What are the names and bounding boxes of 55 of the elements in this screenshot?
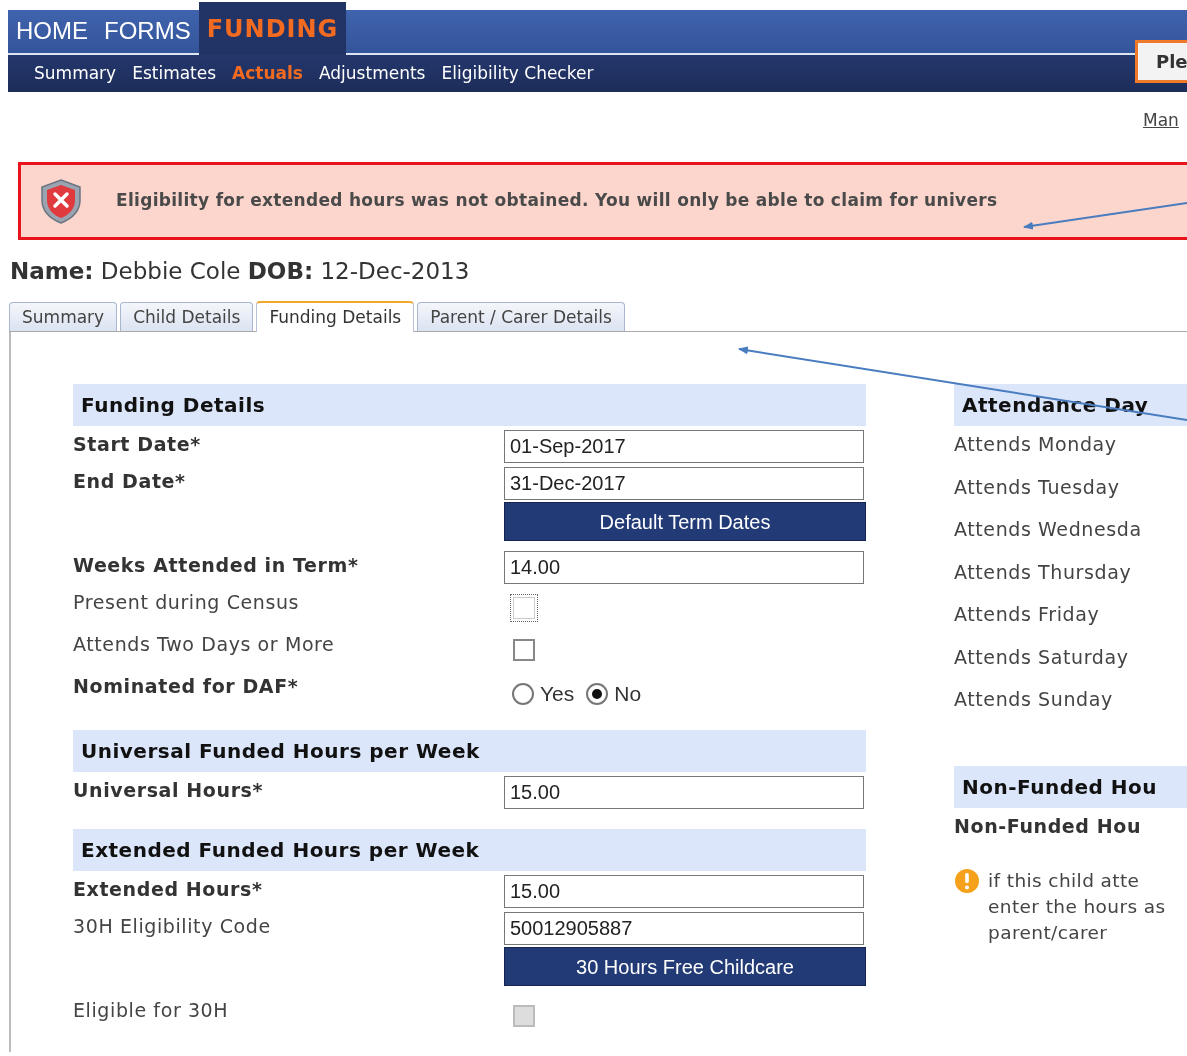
section-header: Extended Funded Hours per Week xyxy=(73,829,866,871)
field-label: Universal Hours* xyxy=(73,778,265,803)
action-button[interactable]: Default Term Dates xyxy=(504,502,866,541)
subnav-link[interactable]: Actuals xyxy=(224,60,311,87)
tab[interactable]: Child Details xyxy=(120,301,254,331)
subnav-link[interactable]: Adjustments xyxy=(311,60,434,87)
tab[interactable]: Funding Details xyxy=(256,300,415,332)
subnav-link[interactable]: Eligibility Checker xyxy=(433,60,602,87)
field-label: Nominated for DAF* xyxy=(73,674,300,699)
section-header: Funding Details xyxy=(73,384,866,426)
field-label: Attends Sunday xyxy=(954,687,1114,712)
radio-label: Yes xyxy=(540,681,575,707)
radio-button[interactable] xyxy=(512,682,534,705)
alert-message: Eligibility for extended hours was not obtained. You will only be able to claim for univers xyxy=(116,189,998,213)
nav-link[interactable]: FORMS xyxy=(96,8,199,53)
field-label: Attends Tuesday xyxy=(954,474,1121,500)
input-field[interactable]: 31-Dec-2017 xyxy=(504,467,864,500)
nav-link[interactable]: FUNDING xyxy=(198,2,347,55)
subnav-link[interactable]: Summary xyxy=(26,60,125,87)
tab[interactable]: Parent / Carer Details xyxy=(417,301,625,331)
field-label: Present during Census xyxy=(73,590,301,615)
exclamation-icon xyxy=(954,868,980,894)
child-name-line: Name: Debbie Cole DOB: 12-Dec-2013 xyxy=(10,257,471,286)
field-label: Attends Two Days or More xyxy=(73,632,336,657)
radio-label: No xyxy=(614,681,642,707)
field-label: Extended Hours* xyxy=(73,877,264,902)
radio-button[interactable] xyxy=(586,682,609,705)
input-field[interactable]: 15.00 xyxy=(504,875,864,908)
info-note: if this child atte enter the hours as parent/carer xyxy=(988,869,1166,945)
input-field[interactable]: 01-Sep-2017 xyxy=(504,430,864,463)
field-label: Eligible for 30H xyxy=(73,998,230,1023)
field-label: Non-Funded Hou xyxy=(954,813,1143,839)
checkbox[interactable] xyxy=(513,597,535,619)
field-label: Weeks Attended in Term* xyxy=(73,553,360,578)
nav-link[interactable]: HOME xyxy=(8,8,96,53)
field-label: End Date* xyxy=(73,469,187,494)
top-button[interactable]: Ple xyxy=(1135,40,1187,83)
section-header: Universal Funded Hours per Week xyxy=(73,730,866,772)
input-field[interactable]: 14.00 xyxy=(504,551,864,584)
field-label: Attends Monday xyxy=(954,432,1118,457)
field-label: Start Date* xyxy=(73,432,202,457)
field-label: Attends Friday xyxy=(954,602,1101,627)
action-button[interactable]: 30 Hours Free Childcare xyxy=(504,947,866,986)
input-field[interactable]: 50012905887 xyxy=(504,912,864,945)
field-label: Attends Wednesda xyxy=(954,517,1143,542)
top-link[interactable]: Man xyxy=(1143,108,1179,134)
tab[interactable]: Summary xyxy=(9,301,118,331)
checkbox[interactable] xyxy=(513,639,535,661)
subnav-link[interactable]: Estimates xyxy=(124,60,225,87)
field-label: Attends Saturday xyxy=(954,644,1130,670)
field-label: 30H Eligibility Code xyxy=(73,914,272,939)
section-header: Non-Funded Hou xyxy=(954,765,1187,808)
shield-error-icon xyxy=(38,178,84,224)
field-label: Attends Thursday xyxy=(954,559,1133,585)
input-field[interactable]: 15.00 xyxy=(504,776,864,809)
